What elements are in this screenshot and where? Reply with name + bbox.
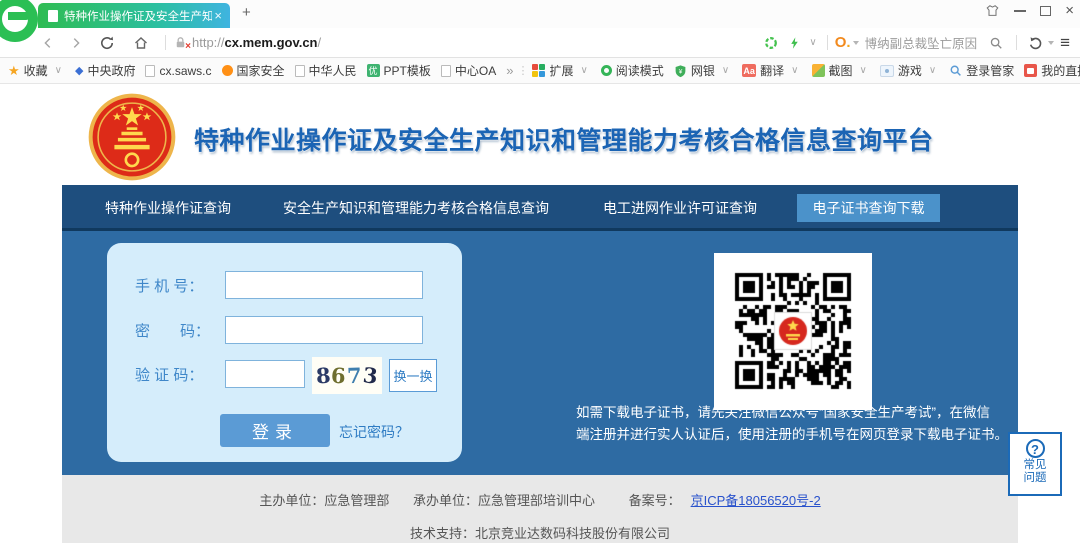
- captcha-refresh-button[interactable]: 换一换: [389, 359, 437, 392]
- site-nav: 特种作业操作证查询 安全生产知识和管理能力考核合格信息查询 电工进网作业许可证查…: [62, 185, 1018, 231]
- bookmarks-overflow-icon[interactable]: »: [506, 63, 513, 78]
- search-engine-logo[interactable]: O.: [835, 34, 851, 51]
- tab-special-operation-query[interactable]: 特种作业操作证查询: [95, 194, 241, 222]
- close-window-button[interactable]: ×: [1065, 5, 1074, 17]
- bookmarks-bar: ★ 收藏 ∨ ◆ 中央政府 cx.saws.c 国家安全 中华人民 优 PPT模…: [0, 58, 1080, 84]
- forward-icon[interactable]: [69, 36, 83, 50]
- bookmark-center-oa[interactable]: 中心OA: [441, 62, 496, 79]
- chevron-down-icon: ∨: [580, 65, 587, 76]
- chevron-down-icon: ∨: [55, 65, 62, 76]
- search-input[interactable]: 博纳副总裁坠亡原因: [865, 33, 978, 52]
- ad-filter-icon[interactable]: [764, 36, 778, 50]
- footer-organizer: 承办单位：应急管理部培训中心: [413, 493, 595, 508]
- refresh-icon[interactable]: [99, 35, 115, 51]
- bookmark-national-safety[interactable]: 国家安全: [222, 62, 285, 79]
- extensions-icon: [532, 64, 545, 77]
- chevron-down-icon: ∨: [722, 65, 729, 76]
- skin-icon[interactable]: [985, 4, 1000, 18]
- screenshot-button[interactable]: 截图 ∨: [812, 62, 870, 79]
- translate-button[interactable]: Aa 翻译 ∨: [742, 62, 801, 79]
- reading-mode-button[interactable]: 阅读模式: [601, 62, 664, 79]
- beian-link[interactable]: 京ICP备18056520号-2: [691, 493, 821, 508]
- my-livestream-button[interactable]: 我的直播: [1024, 62, 1080, 79]
- tab-title: 特种作业操作证及安全生产知识: [64, 8, 212, 24]
- browser-window: 特种作业操作证及安全生产知识 × + × × http://cx.mem.gov…: [0, 0, 1080, 558]
- home-icon[interactable]: [133, 35, 149, 51]
- login-button[interactable]: 登录: [220, 414, 330, 447]
- back-icon[interactable]: [41, 36, 55, 50]
- phone-label: 手 机 号：: [135, 275, 225, 296]
- password-label: 密 码：: [135, 320, 225, 341]
- tab-safety-knowledge-query[interactable]: 安全生产知识和管理能力考核合格信息查询: [273, 194, 559, 222]
- translate-icon: Aa: [742, 64, 756, 77]
- reading-mode-icon: [601, 65, 612, 76]
- forgot-password-link[interactable]: 忘记密码？: [339, 422, 409, 442]
- minimize-button[interactable]: [1014, 10, 1026, 12]
- page-icon: [48, 10, 58, 22]
- main-panel: 特种作业操作证查询 安全生产知识和管理能力考核合格信息查询 电工进网作业许可证查…: [62, 185, 1018, 475]
- speed-bolt-icon[interactable]: [788, 36, 801, 50]
- extensions-button[interactable]: 扩展 ∨: [532, 62, 590, 79]
- chevron-down-icon: ∨: [860, 65, 867, 76]
- page-icon: [145, 65, 155, 77]
- tab-ecert-download[interactable]: 电子证书查询下载: [797, 194, 940, 222]
- livestream-icon: [1024, 64, 1037, 77]
- chevron-down-icon[interactable]: ∨: [809, 37, 816, 48]
- qr-code: [714, 253, 872, 410]
- national-emblem: [88, 93, 176, 181]
- qr-caption: 如需下载电子证书，请先关注微信公众号“国家安全生产考试”，在微信 端注册并进行实…: [576, 402, 1021, 446]
- games-icon: [880, 65, 894, 77]
- login-card: 手 机 号： 密 码： 验 证 码： 8673 换一换 登录 忘记密码？: [107, 243, 462, 462]
- svg-text:¥: ¥: [679, 68, 683, 75]
- tab-close-icon[interactable]: ×: [212, 8, 224, 23]
- maximize-button[interactable]: [1040, 6, 1051, 16]
- tab-electrician-permit-query[interactable]: 电工进网作业许可证查询: [593, 194, 767, 222]
- star-icon: ★: [8, 63, 20, 79]
- question-icon: ?: [1026, 439, 1045, 458]
- new-tab-button[interactable]: +: [242, 4, 251, 21]
- magnifier-icon: [949, 64, 962, 77]
- footer-host: 主办单位：应急管理部: [259, 493, 389, 508]
- restore-tab-caret-icon[interactable]: [1048, 41, 1054, 45]
- captcha-label: 验 证 码：: [135, 364, 225, 385]
- captcha-image[interactable]: 8673: [312, 357, 382, 394]
- diamond-icon: ◆: [75, 64, 83, 77]
- search-icon[interactable]: [989, 36, 1003, 50]
- insecure-lock-icon[interactable]: ×: [173, 35, 188, 50]
- browser-tab-strip: 特种作业操作证及安全生产知识 × + ×: [0, 0, 1080, 28]
- footer-beian: 备案号：京ICP备18056520号-2: [619, 493, 821, 508]
- bookmark-prc[interactable]: 中华人民: [295, 62, 357, 79]
- games-button[interactable]: 游戏 ∨: [880, 62, 939, 79]
- screenshot-icon: [812, 64, 825, 77]
- password-input[interactable]: [225, 316, 423, 344]
- page-title: 特种作业操作证及安全生产知识和管理能力考核合格信息查询平台: [194, 121, 934, 157]
- search-engine-caret-icon[interactable]: [853, 41, 859, 45]
- online-banking-button[interactable]: ¥ 网银 ∨: [674, 62, 732, 79]
- browser-tab[interactable]: 特种作业操作证及安全生产知识 ×: [38, 3, 230, 28]
- window-controls: ×: [985, 4, 1074, 18]
- restore-tab-icon[interactable]: [1028, 35, 1044, 51]
- captcha-input[interactable]: [225, 360, 305, 388]
- phone-input[interactable]: [225, 271, 423, 299]
- page-icon: [441, 65, 451, 77]
- favorites-button[interactable]: ★ 收藏 ∨: [8, 62, 65, 79]
- bookmark-ppt-template[interactable]: 优 PPT模板: [367, 62, 431, 79]
- ppt-icon: 优: [367, 64, 380, 77]
- chevron-down-icon: ∨: [929, 65, 936, 76]
- shield-icon: ¥: [674, 64, 687, 78]
- bookmark-cx-saws[interactable]: cx.saws.c: [145, 64, 211, 78]
- faq-label: 常见 问题: [1010, 459, 1060, 485]
- faq-button[interactable]: ? 常见 问题: [1008, 432, 1062, 496]
- bookmark-central-gov[interactable]: ◆ 中央政府: [75, 62, 135, 79]
- menu-icon[interactable]: ≡: [1060, 33, 1070, 53]
- login-manager-button[interactable]: 登录管家: [949, 62, 1014, 79]
- chevron-down-icon: ∨: [791, 65, 798, 76]
- url-field[interactable]: http://cx.mem.gov.cn/: [192, 35, 321, 50]
- footer-support: 技术支持：北京竞业达数码科技股份有限公司: [62, 509, 1018, 542]
- page-icon: [295, 65, 305, 77]
- address-bar: × http://cx.mem.gov.cn/ ∨ O. 博纳副总裁坠亡原因 ≡: [0, 28, 1080, 58]
- orange-circle-icon: [222, 65, 233, 76]
- toolbar-divider-icon: ⋮: [517, 64, 528, 77]
- site-footer: 主办单位：应急管理部 承办单位：应急管理部培训中心 备案号：京ICP备18056…: [62, 475, 1018, 543]
